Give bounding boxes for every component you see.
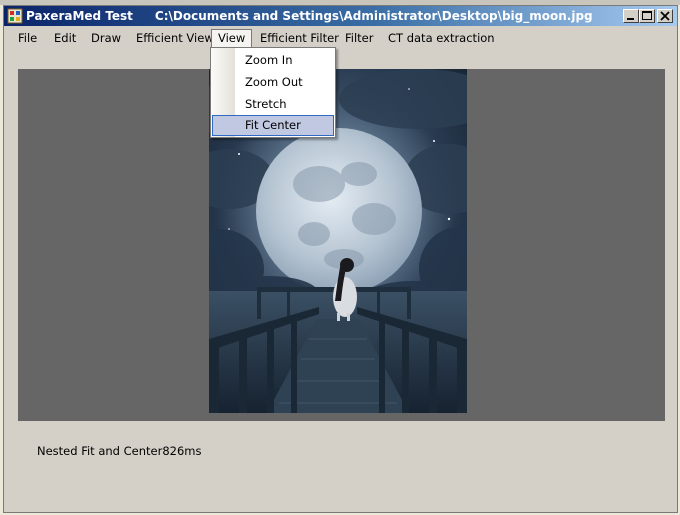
- title-bar[interactable]: PaxeraMed Test C:\Documents and Settings\…: [4, 6, 677, 26]
- view-menu-dropdown: Zoom In Zoom Out Stretch Fit Center: [210, 47, 336, 138]
- menu-view[interactable]: View: [211, 29, 253, 47]
- menu-item-zoom-out[interactable]: Zoom Out: [212, 72, 334, 93]
- menu-file[interactable]: File: [12, 29, 43, 47]
- maximize-icon: [642, 11, 652, 20]
- menu-edit[interactable]: Edit: [48, 29, 82, 47]
- file-path: C:\Documents and Settings\Administrator\…: [154, 9, 593, 23]
- menu-ct-data-extraction[interactable]: CT data extraction: [382, 29, 501, 47]
- menu-item-fit-center[interactable]: Fit Center: [212, 115, 334, 136]
- menu-filter[interactable]: Filter: [339, 29, 379, 47]
- menu-item-zoom-in[interactable]: Zoom In: [212, 50, 334, 71]
- app-window: PaxeraMed Test C:\Documents and Settings\…: [3, 5, 678, 513]
- menu-bar: File Edit Draw Efficient View View Effic…: [4, 27, 677, 49]
- window-title: PaxeraMed Test C:\Documents and Settings\…: [26, 8, 593, 24]
- minimize-button[interactable]: [623, 9, 639, 23]
- close-button[interactable]: [657, 9, 673, 23]
- minimize-icon: [627, 18, 634, 20]
- app-title: PaxeraMed Test: [26, 9, 133, 23]
- menu-draw[interactable]: Draw: [85, 29, 127, 47]
- close-icon: [660, 11, 670, 21]
- app-icon: [7, 8, 23, 24]
- status-text: Nested Fit and Center826ms: [37, 444, 202, 458]
- image-canvas[interactable]: [18, 69, 665, 421]
- menu-efficient-filter[interactable]: Efficient Filter: [254, 29, 345, 47]
- menu-item-stretch[interactable]: Stretch: [212, 94, 334, 115]
- menu-efficient-view[interactable]: Efficient View: [130, 29, 220, 47]
- maximize-button[interactable]: [639, 9, 655, 23]
